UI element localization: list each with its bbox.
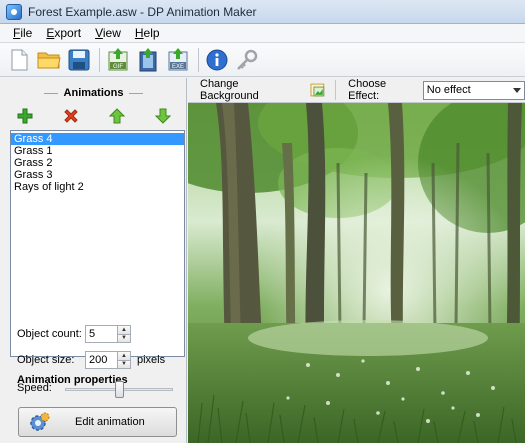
menu-export[interactable]: Export <box>41 26 86 40</box>
export-exe-button[interactable]: EXE <box>165 47 191 73</box>
list-item[interactable]: Grass 3 <box>11 169 184 181</box>
animations-heading: Animations <box>0 84 187 102</box>
speed-slider-thumb[interactable] <box>115 381 124 398</box>
object-size-input[interactable]: 200 <box>85 351 118 369</box>
add-animation-button[interactable] <box>14 105 36 127</box>
export-video-button[interactable] <box>135 47 161 73</box>
menu-export-label: xport <box>54 26 82 40</box>
list-item[interactable]: Grass 1 <box>11 145 184 157</box>
move-down-icon <box>155 108 171 124</box>
object-size-unit: pixels <box>137 354 166 366</box>
speed-slider[interactable] <box>65 380 173 400</box>
spin-down-icon[interactable]: ▼ <box>118 360 130 368</box>
delete-icon <box>64 109 78 123</box>
menu-file[interactable]: File <box>8 26 37 40</box>
toolbar-separator <box>99 47 100 72</box>
choose-effect-label: Choose Effect: <box>348 78 387 102</box>
title-bar: Forest Example.asw - DP Animation Maker <box>0 0 525 24</box>
edit-animation-button[interactable]: Edit animation <box>18 407 177 437</box>
spin-up-icon[interactable]: ▲ <box>118 352 130 361</box>
object-count-input[interactable]: 5 <box>85 325 118 343</box>
gif-badge: GIF <box>113 64 123 70</box>
forest-background-image <box>188 103 525 443</box>
new-file-button[interactable] <box>6 47 32 73</box>
object-size-label: Object size: <box>17 354 75 366</box>
animations-list[interactable]: Grass 4 Grass 1 Grass 2 Grass 3 Rays of ligh… <box>10 130 185 357</box>
object-size-stepper[interactable]: 200 ▲ ▼ <box>85 351 131 369</box>
menu-help[interactable]: Help <box>130 26 165 40</box>
info-icon <box>206 49 228 70</box>
list-item[interactable]: Grass 4 <box>11 133 184 145</box>
spin-up-icon[interactable]: ▲ <box>118 326 130 335</box>
app-icon <box>6 3 22 20</box>
open-file-button[interactable] <box>36 47 62 73</box>
menu-help-mnemonic: H <box>134 26 144 40</box>
animations-toolbar <box>14 105 174 127</box>
effect-select[interactable]: No effect <box>422 80 525 100</box>
gear-icon <box>29 411 51 433</box>
save-disk-icon <box>68 49 90 70</box>
export-gif-button[interactable]: GIF <box>105 47 131 73</box>
change-background-label[interactable]: Change Background <box>200 78 298 102</box>
register-button[interactable] <box>234 47 260 73</box>
edit-animation-label: Edit animation <box>75 416 145 428</box>
menu-view-label: iew <box>102 26 121 40</box>
object-count-spin-buttons[interactable]: ▲ ▼ <box>118 325 131 343</box>
about-button[interactable] <box>204 47 230 73</box>
export-video-icon <box>139 47 157 71</box>
chevron-down-icon[interactable] <box>510 82 524 99</box>
list-item[interactable]: Grass 2 <box>11 157 184 169</box>
menu-help-label: elp <box>143 26 160 40</box>
spin-down-icon[interactable]: ▼ <box>118 334 130 342</box>
move-up-icon <box>109 108 125 124</box>
effect-select-value: No effect <box>426 84 471 96</box>
toolbar-separator <box>198 47 199 72</box>
open-folder-icon <box>37 52 61 68</box>
animation-canvas[interactable] <box>188 103 525 443</box>
canvas-toolbar-separator <box>335 80 337 100</box>
list-item[interactable]: Rays of light 2 <box>11 181 184 193</box>
canvas-toolbar: Change Background Choose Effect: No effe… <box>188 78 525 103</box>
export-exe-icon: EXE <box>168 47 188 70</box>
object-size-row: Object size: 200 ▲ ▼ pixels <box>17 350 165 370</box>
object-count-label: Object count: <box>17 328 82 340</box>
object-size-spin-buttons[interactable]: ▲ ▼ <box>118 351 131 369</box>
add-icon <box>17 108 33 124</box>
object-count-row: Object count: 5 ▲ ▼ <box>17 324 131 344</box>
export-gif-icon: GIF <box>108 47 128 70</box>
save-button[interactable] <box>66 47 92 73</box>
object-count-stepper[interactable]: 5 ▲ ▼ <box>85 325 131 343</box>
menu-file-label: ile <box>20 26 33 40</box>
delete-animation-button[interactable] <box>60 105 82 127</box>
main-toolbar: GIF EXE <box>0 43 525 77</box>
menu-view-mnemonic: V <box>95 26 103 40</box>
move-down-button[interactable] <box>152 105 174 127</box>
menu-view[interactable]: View <box>90 26 126 40</box>
register-key-icon <box>237 49 258 70</box>
change-background-icon[interactable] <box>310 82 326 98</box>
exe-badge: EXE <box>172 64 184 70</box>
new-file-icon <box>11 49 28 70</box>
animations-list-items: Grass 4 Grass 1 Grass 2 Grass 3 Rays of ligh… <box>11 131 184 193</box>
animations-heading-label: Animations <box>63 87 124 99</box>
move-up-button[interactable] <box>106 105 128 127</box>
menu-bar: File Export View Help <box>0 24 525 43</box>
window-title: Forest Example.asw - DP Animation Maker <box>28 4 257 19</box>
